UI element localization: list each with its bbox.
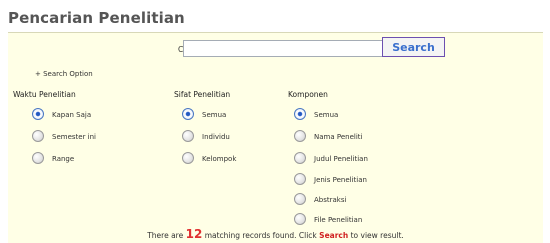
komponen-header: Komponen	[288, 90, 328, 99]
result-middle: matching records found. Click	[204, 231, 317, 240]
radio-range[interactable]	[32, 152, 44, 164]
result-count: 12	[185, 227, 203, 241]
radio-semester-ini[interactable]	[32, 130, 44, 142]
search-link[interactable]: Search	[319, 231, 348, 240]
result-summary: There are 12 matching records found. Cli…	[8, 227, 543, 241]
radio-nama-peneliti-label: Nama Peneliti	[314, 133, 363, 141]
radio-kelompok[interactable]	[182, 152, 194, 164]
radio-kapan-saja[interactable]	[32, 108, 44, 120]
radio-abstraksi-label: Abstraksi	[314, 196, 347, 204]
page-title: Pencarian Penelitian	[8, 9, 185, 27]
result-suffix: to view result.	[350, 231, 404, 240]
radio-judul-penelitian-label: Judul Penelitian	[314, 155, 368, 163]
radio-sifat-semua-label: Semua	[202, 111, 227, 119]
waktu-penelitian-header: Waktu Penelitian	[13, 90, 76, 99]
radio-individu[interactable]	[182, 130, 194, 142]
sifat-penelitian-header: Sifat Penelitian	[174, 90, 231, 99]
radio-range-label: Range	[52, 155, 75, 163]
search-button[interactable]: Search	[382, 37, 445, 57]
radio-judul-penelitian[interactable]	[294, 152, 306, 164]
radio-abstraksi[interactable]	[294, 193, 306, 205]
radio-jenis-penelitian[interactable]	[294, 173, 306, 185]
search-panel: Cari : Search + Search Option Waktu Pene…	[8, 32, 543, 243]
radio-nama-peneliti[interactable]	[294, 130, 306, 142]
radio-komponen-semua-label: Semua	[314, 111, 339, 119]
radio-sifat-semua[interactable]	[182, 108, 194, 120]
result-prefix: There are	[147, 231, 184, 240]
radio-kapan-saja-label: Kapan Saja	[52, 111, 92, 119]
search-option-toggle[interactable]: + Search Option	[35, 70, 93, 78]
radio-kelompok-label: Kelompok	[202, 155, 237, 163]
search-input[interactable]	[183, 40, 384, 57]
radio-file-penelitian[interactable]	[294, 213, 306, 225]
radio-file-penelitian-label: File Penelitian	[314, 216, 363, 224]
radio-jenis-penelitian-label: Jenis Penelitian	[314, 176, 367, 184]
radio-individu-label: Individu	[202, 133, 230, 141]
radio-semester-ini-label: Semester ini	[52, 133, 97, 141]
radio-komponen-semua[interactable]	[294, 108, 306, 120]
